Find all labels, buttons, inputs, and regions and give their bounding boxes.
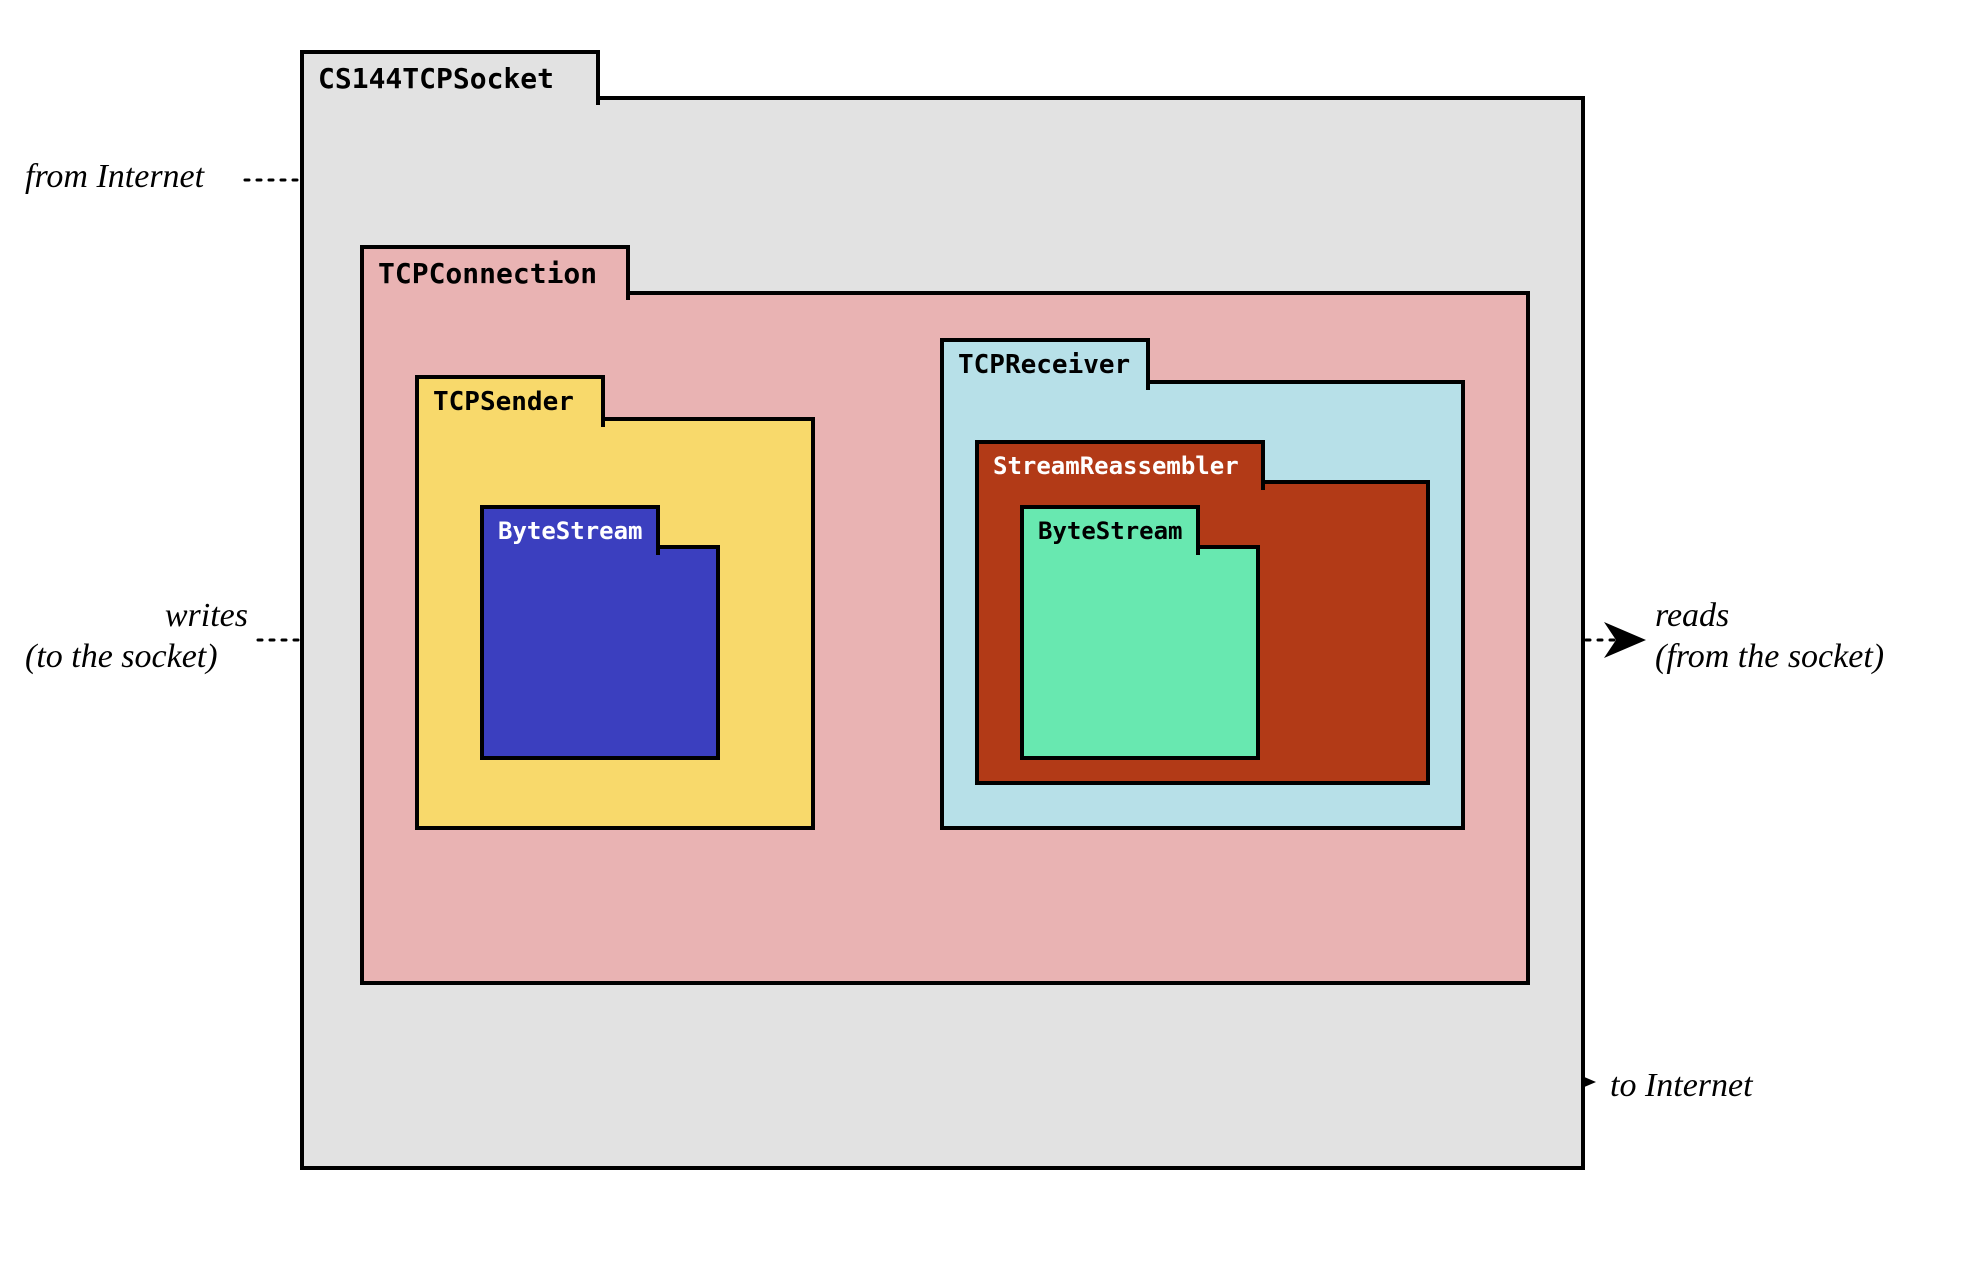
title-reassembler: StreamReassembler [993,452,1239,480]
label-writes: writes [128,597,248,635]
label-reads: reads [1655,597,1729,635]
title-sender: TCPSender [433,387,574,417]
label-writes-sub: (to the socket) [25,638,218,676]
label-from-internet: from Internet [25,158,204,196]
title-bytestream-out: ByteStream [498,517,643,545]
label-to-internet: to Internet [1610,1067,1753,1105]
label-reads-sub: (from the socket) [1655,638,1884,676]
title-socket: CS144TCPSocket [318,62,554,95]
title-receiver: TCPReceiver [958,350,1130,380]
title-bytestream-in: ByteStream [1038,517,1183,545]
title-connection: TCPConnection [378,257,597,290]
